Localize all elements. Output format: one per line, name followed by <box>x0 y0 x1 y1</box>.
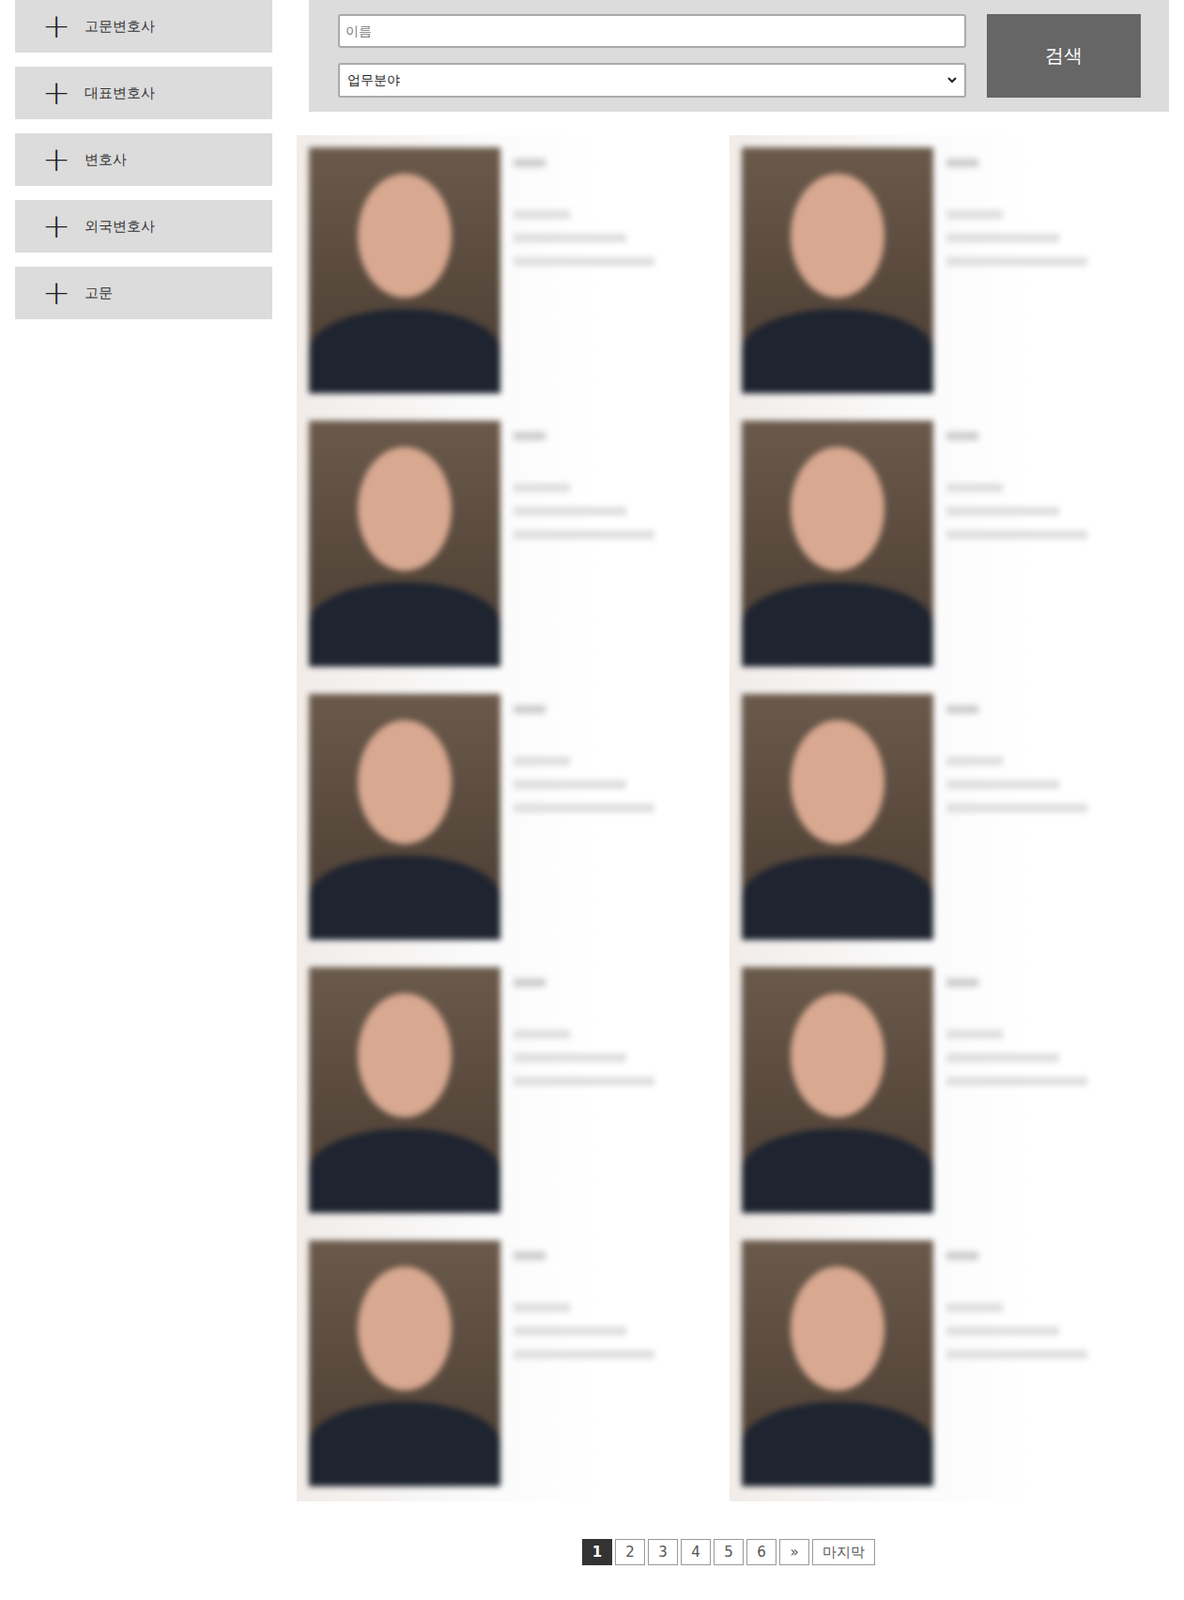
plus-icon: + <box>41 209 72 244</box>
profile-card[interactable] <box>729 408 1163 682</box>
next-button[interactable]: » <box>779 1538 810 1566</box>
last-button[interactable]: 마지막 <box>812 1538 876 1566</box>
profile-photo <box>308 967 501 1214</box>
profile-card[interactable] <box>296 408 730 682</box>
plus-icon: + <box>41 9 72 44</box>
profile-card[interactable] <box>296 135 730 409</box>
page-button[interactable]: 6 <box>746 1538 777 1566</box>
main: 업무분야 검색 123456»마지막 <box>296 0 1161 1566</box>
profile-info <box>513 1240 730 1502</box>
profile-info <box>946 420 1163 682</box>
plus-icon: + <box>41 142 72 177</box>
search-panel: 업무분야 검색 <box>308 0 1169 112</box>
profile-card[interactable] <box>296 1228 730 1502</box>
profile-info <box>513 420 730 682</box>
sidebar-item[interactable]: +변호사 <box>15 133 273 186</box>
profile-card[interactable] <box>729 1228 1163 1502</box>
profile-info <box>513 147 730 409</box>
profile-photo <box>308 1240 501 1487</box>
page-button[interactable]: 2 <box>615 1538 646 1566</box>
profile-photo <box>741 1240 934 1487</box>
profile-card[interactable] <box>296 681 730 955</box>
profile-photo <box>741 967 934 1214</box>
plus-icon: + <box>41 76 72 110</box>
profile-photo <box>741 420 934 667</box>
page-button[interactable]: 4 <box>680 1538 711 1566</box>
profile-card[interactable] <box>729 681 1163 955</box>
search-button[interactable]: 검색 <box>986 14 1141 98</box>
profile-info <box>946 967 1163 1229</box>
profile-info <box>946 693 1163 955</box>
plus-icon: + <box>41 276 72 310</box>
pagination: 123456»마지막 <box>296 1538 1161 1566</box>
sidebar-item[interactable]: +고문 <box>15 266 273 320</box>
profile-photo <box>308 147 501 394</box>
practice-select[interactable]: 업무분야 <box>338 62 967 98</box>
page-button[interactable]: 3 <box>647 1538 678 1566</box>
page: +고문변호사 +대표변호사 +변호사 +외국변호사 +고문 업무분야 검색 123456»마지… <box>0 0 1184 1600</box>
chevron-icon <box>947 76 957 84</box>
sidebar: +고문변호사 +대표변호사 +변호사 +외국변호사 +고문 <box>15 0 273 1566</box>
profile-info <box>513 967 730 1229</box>
profile-info <box>946 147 1163 409</box>
page-button[interactable]: 5 <box>713 1538 744 1566</box>
sidebar-item[interactable]: +대표변호사 <box>15 66 273 120</box>
profile-grid <box>296 135 1161 1502</box>
profile-photo <box>308 693 501 940</box>
sidebar-item[interactable]: +고문변호사 <box>15 0 273 53</box>
profile-card[interactable] <box>729 954 1163 1229</box>
profile-photo <box>741 147 934 394</box>
profile-photo <box>308 420 501 667</box>
profile-card[interactable] <box>296 954 730 1229</box>
page-button[interactable]: 1 <box>582 1538 613 1566</box>
profile-info <box>513 693 730 955</box>
profile-info <box>946 1240 1163 1502</box>
name-input[interactable] <box>338 14 967 48</box>
sidebar-item[interactable]: +외국변호사 <box>15 199 273 253</box>
profile-photo <box>741 693 934 940</box>
profile-card[interactable] <box>729 135 1163 409</box>
